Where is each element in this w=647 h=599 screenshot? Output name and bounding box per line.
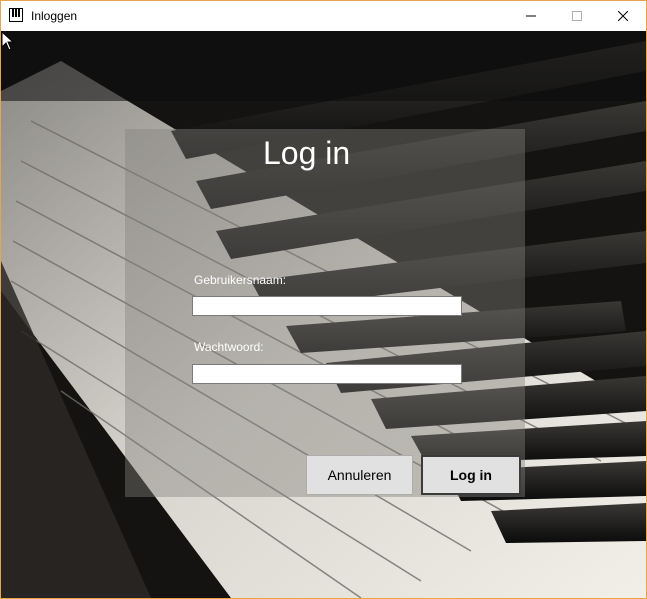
mouse-cursor-icon [1, 31, 15, 51]
username-label: Gebruikersnaam: [194, 273, 287, 287]
title-bar[interactable]: Inloggen [1, 1, 646, 31]
close-icon [618, 11, 628, 21]
maximize-button[interactable] [554, 1, 600, 31]
minimize-icon [526, 15, 536, 17]
minimize-button[interactable] [508, 1, 554, 31]
page-title: Log in [263, 135, 351, 171]
login-panel: Log in Gebruikersnaam: Wachtwoord: Annul… [125, 129, 525, 497]
username-field[interactable] [192, 296, 462, 316]
password-field[interactable] [192, 364, 462, 384]
login-button[interactable]: Log in [421, 455, 521, 495]
window-title: Inloggen [31, 9, 78, 23]
login-window: Inloggen Log in Gebruikersnaam: Wachtwoo… [0, 0, 647, 599]
close-button[interactable] [600, 1, 646, 31]
maximize-icon [572, 11, 582, 21]
piano-icon [9, 8, 23, 22]
password-label: Wachtwoord: [194, 340, 264, 354]
piano-background: Log in Gebruikersnaam: Wachtwoord: Annul… [1, 31, 646, 598]
cancel-button[interactable]: Annuleren [306, 455, 413, 495]
